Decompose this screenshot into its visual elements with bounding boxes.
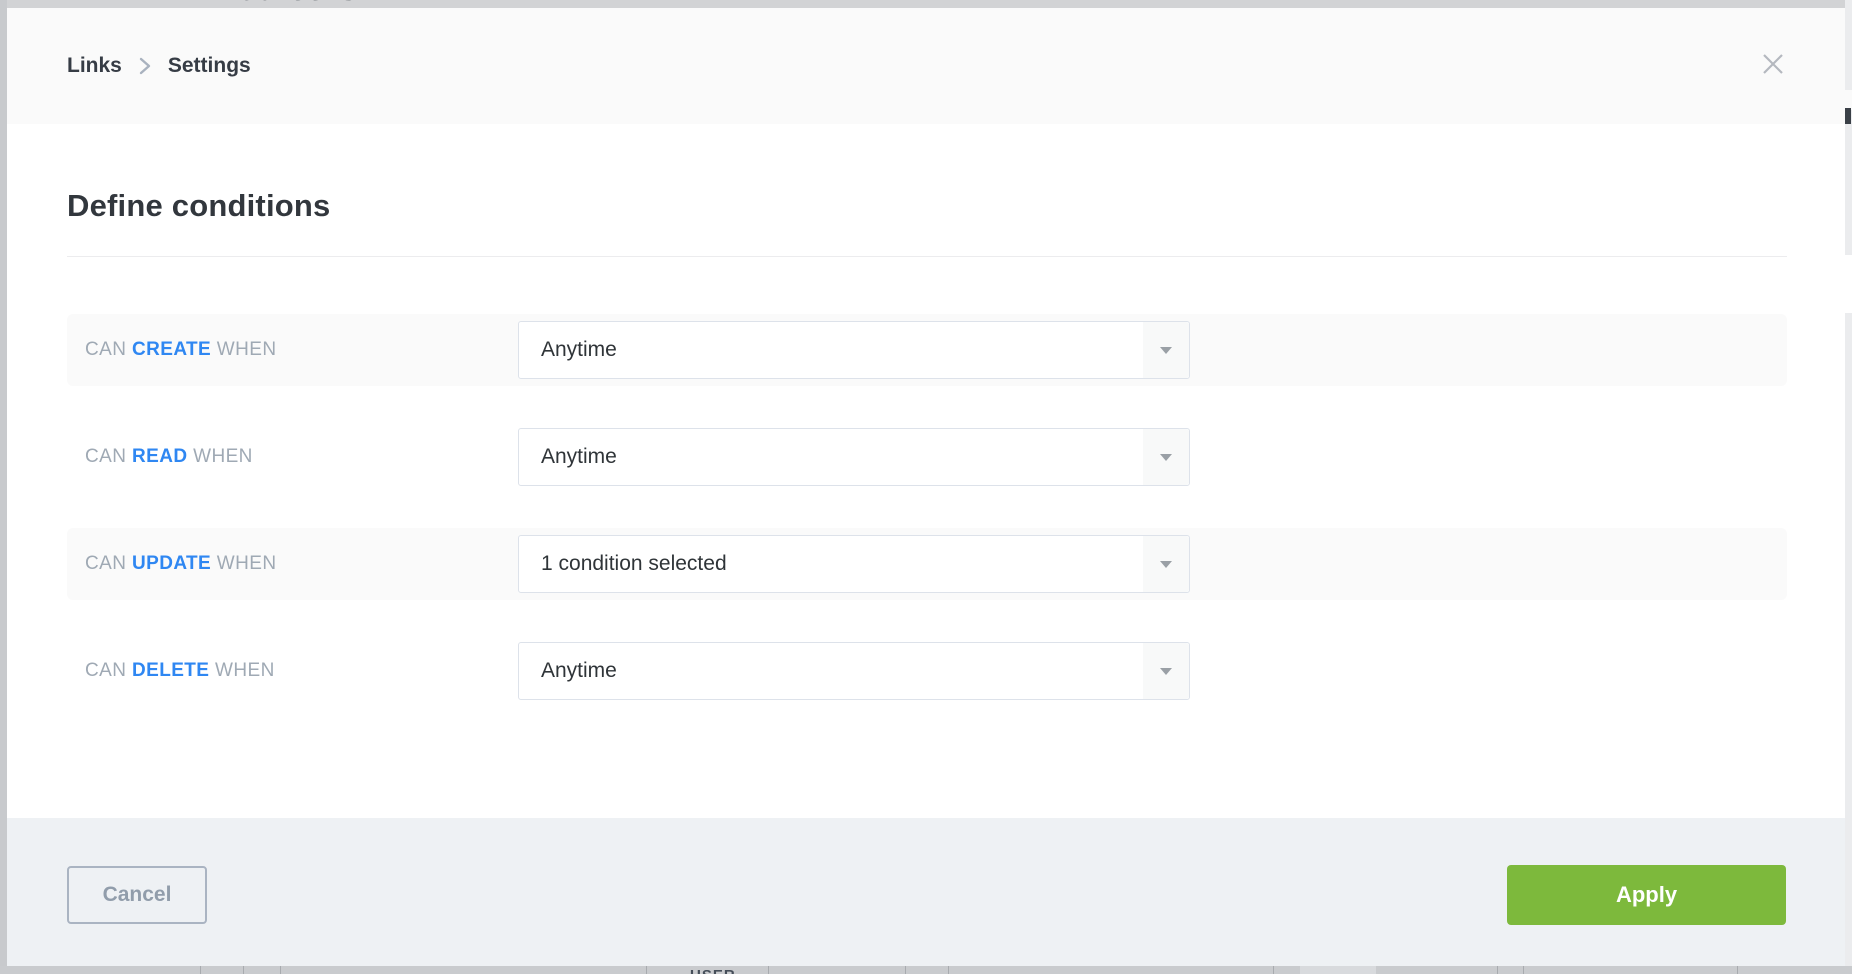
dropdown-button[interactable] [1143, 429, 1189, 485]
apply-button[interactable]: Apply [1507, 865, 1786, 925]
table-column-line [646, 966, 647, 974]
table-column-line [243, 966, 244, 974]
update-condition-dropdown[interactable]: 1 condition selected [518, 535, 1190, 593]
chevron-right-icon [138, 55, 152, 77]
label-suffix: WHEN [187, 446, 252, 467]
condition-rows: CAN CREATE WHEN Anytime CAN READ WHEN An… [67, 314, 1787, 742]
background-fragment [1845, 108, 1851, 124]
dropdown-selected-value: Anytime [541, 643, 617, 699]
close-icon [1762, 53, 1784, 80]
label-action: CREATE [132, 339, 211, 360]
breadcrumb-item-settings: Settings [168, 54, 251, 78]
background-fragment [1845, 90, 1852, 110]
condition-row-update: CAN UPDATE WHEN 1 condition selected [67, 528, 1787, 600]
modal-footer: Cancel Apply [7, 818, 1845, 966]
condition-label-delete: CAN DELETE WHEN [85, 635, 275, 707]
label-prefix: CAN [85, 660, 132, 681]
background-table-header-user: USER [690, 967, 736, 974]
dropdown-button[interactable] [1143, 536, 1189, 592]
table-column-line [1523, 966, 1524, 974]
condition-row-read: CAN READ WHEN Anytime [67, 421, 1787, 493]
dropdown-selected-value: Anytime [541, 429, 617, 485]
background-page-right-edge [1845, 0, 1852, 974]
label-prefix: CAN [85, 553, 132, 574]
condition-row-create: CAN CREATE WHEN Anytime [67, 314, 1787, 386]
table-column-line [1737, 966, 1738, 974]
label-suffix: WHEN [209, 660, 274, 681]
background-table-edge: USER [0, 966, 1852, 974]
label-suffix: WHEN [211, 339, 276, 360]
table-column-line [905, 966, 906, 974]
table-column-line [1273, 966, 1274, 974]
table-column-line [200, 966, 201, 974]
background-page-top-edge: Webhooks [0, 0, 1852, 8]
read-condition-dropdown[interactable]: Anytime [518, 428, 1190, 486]
page-title: Define conditions [67, 188, 330, 224]
background-partial-title: Webhooks [213, 0, 357, 7]
label-suffix: WHEN [211, 553, 276, 574]
table-column-line [1497, 966, 1498, 974]
condition-label-read: CAN READ WHEN [85, 421, 253, 493]
dropdown-selected-value: 1 condition selected [541, 536, 727, 592]
background-fragment [1845, 255, 1852, 313]
create-condition-dropdown[interactable]: Anytime [518, 321, 1190, 379]
modal-header: Links Settings [7, 8, 1845, 124]
dropdown-button[interactable] [1143, 322, 1189, 378]
label-prefix: CAN [85, 446, 132, 467]
triangle-down-icon [1160, 668, 1172, 675]
dropdown-selected-value: Anytime [541, 322, 617, 378]
table-column-line [948, 966, 949, 974]
label-action: UPDATE [132, 553, 211, 574]
breadcrumb: Links Settings [67, 8, 251, 124]
divider [67, 256, 1787, 257]
label-prefix: CAN [85, 339, 132, 360]
label-action: DELETE [132, 660, 209, 681]
table-column-line [280, 966, 281, 974]
cancel-button[interactable]: Cancel [67, 866, 207, 924]
condition-row-delete: CAN DELETE WHEN Anytime [67, 635, 1787, 707]
label-action: READ [132, 446, 187, 467]
triangle-down-icon [1160, 454, 1172, 461]
close-button[interactable] [1756, 49, 1790, 83]
table-column-line [768, 966, 769, 974]
settings-modal: Links Settings Define conditions CAN CRE… [7, 8, 1845, 966]
triangle-down-icon [1160, 561, 1172, 568]
breadcrumb-item-links[interactable]: Links [67, 54, 122, 78]
background-page-left-edge [0, 0, 7, 974]
delete-condition-dropdown[interactable]: Anytime [518, 642, 1190, 700]
condition-label-update: CAN UPDATE WHEN [85, 528, 276, 600]
triangle-down-icon [1160, 347, 1172, 354]
dropdown-button[interactable] [1143, 643, 1189, 699]
condition-label-create: CAN CREATE WHEN [85, 314, 276, 386]
background-fragment [1300, 966, 1376, 974]
